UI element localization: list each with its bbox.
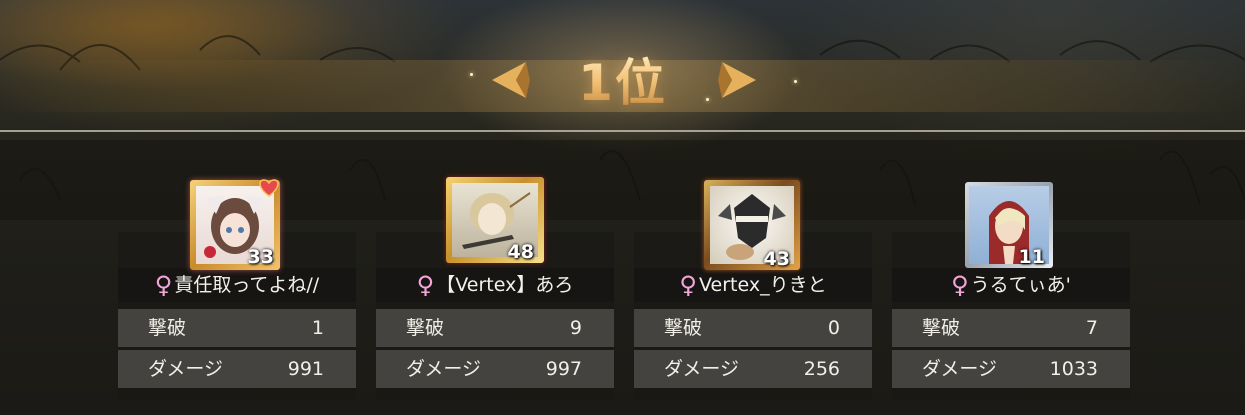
kills-row: 撃破 0: [634, 309, 872, 347]
kills-label: 撃破: [148, 317, 187, 339]
player-avatar[interactable]: 11: [965, 182, 1053, 268]
female-icon: ♀: [416, 271, 435, 299]
kills-label: 撃破: [664, 317, 703, 339]
damage-row: ダメージ 991: [118, 350, 356, 388]
right-chevron-ornament-icon: [718, 62, 756, 98]
player-name-row: ♀ うるてぃあ': [892, 270, 1130, 300]
damage-row: ダメージ 1033: [892, 350, 1130, 388]
damage-value: 991: [287, 358, 324, 380]
player-level: 43: [763, 248, 790, 270]
player-avatar[interactable]: 43: [704, 180, 800, 270]
kills-row: 撃破 7: [892, 309, 1130, 347]
damage-value: 256: [803, 358, 840, 380]
sparkle: [794, 80, 797, 83]
kills-row: 撃破 9: [376, 309, 614, 347]
female-icon: ♀: [679, 271, 697, 299]
damage-value: 1033: [1049, 358, 1098, 380]
kills-label: 撃破: [922, 317, 961, 339]
kills-value: 9: [569, 317, 582, 339]
result-screen: 1位 ♀ 責任取ってよね// 撃破 1 ダメージ 991 33 ♀ 【Verte…: [0, 0, 1245, 415]
damage-label: ダメージ: [922, 358, 998, 380]
player-name-row: ♀ 【Vertex】あろ: [376, 270, 614, 300]
sparkle: [470, 73, 473, 76]
player-level: 48: [507, 241, 534, 263]
header-divider: [0, 130, 1245, 132]
player-avatar[interactable]: 33: [190, 179, 280, 270]
sparkle: [706, 98, 709, 101]
kills-row: 撃破 1: [118, 309, 356, 347]
kills-value: 0: [827, 317, 840, 339]
damage-row: ダメージ 997: [376, 350, 614, 388]
damage-value: 997: [545, 358, 582, 380]
player-name: Vertex_りきと: [699, 274, 827, 296]
damage-label: ダメージ: [148, 358, 224, 380]
player-level: 33: [247, 246, 274, 268]
damage-label: ダメージ: [406, 358, 482, 380]
rank-header: 1位: [480, 52, 765, 114]
player-name: うるてぃあ': [970, 274, 1071, 296]
player-avatar[interactable]: 48: [446, 177, 544, 263]
female-icon: ♀: [951, 271, 969, 299]
player-name: 【Vertex】あろ: [436, 274, 574, 296]
kills-value: 1: [311, 317, 324, 339]
player-name-row: ♀ Vertex_りきと: [634, 270, 872, 300]
damage-label: ダメージ: [664, 358, 740, 380]
female-icon: ♀: [154, 271, 173, 299]
damage-row: ダメージ 256: [634, 350, 872, 388]
heart-icon: [259, 179, 279, 197]
player-level: 11: [1018, 246, 1045, 268]
player-name: 責任取ってよね//: [174, 274, 320, 296]
kills-value: 7: [1085, 317, 1098, 339]
kills-label: 撃破: [406, 317, 445, 339]
player-name-row: ♀ 責任取ってよね//: [118, 270, 356, 300]
